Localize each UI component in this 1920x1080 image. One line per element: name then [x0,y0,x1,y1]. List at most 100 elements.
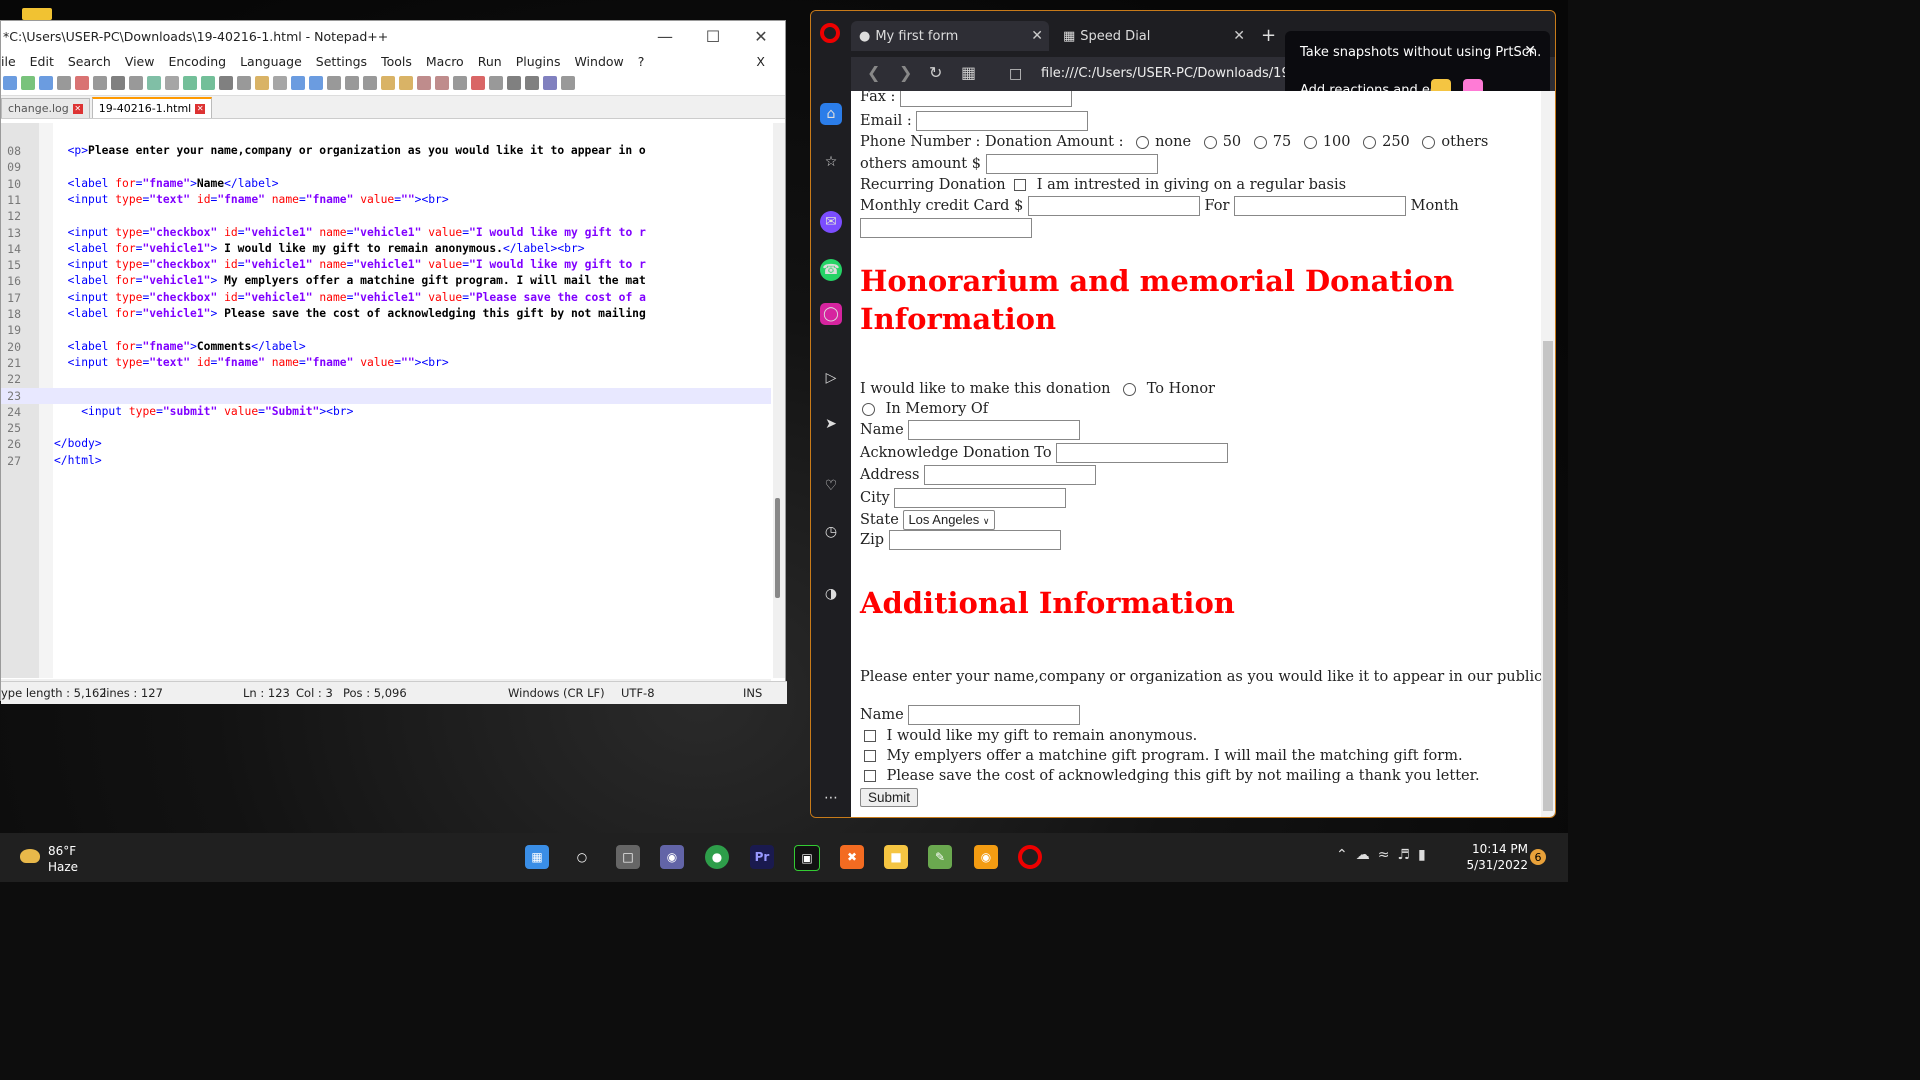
code-line[interactable]: 26 </body> [1,436,771,452]
menu-macro[interactable]: Macro [426,54,464,69]
code-line[interactable]: 14 <label for="vehicle1"> I would like m… [1,241,771,257]
teams-icon[interactable]: ◉ [660,845,684,869]
email-input[interactable] [916,111,1089,131]
url-field[interactable]: file:///C:/Users/USER-PC/Downloads/19- [1041,66,1294,81]
code-line[interactable]: 11 <input type="text" id="fname" name="f… [1,192,771,208]
toolbar-button[interactable] [165,76,179,90]
code-line[interactable]: 19 [1,322,771,338]
toolbar-button[interactable] [237,76,251,90]
code-line[interactable]: 27 </html> [1,453,771,469]
back-icon[interactable]: ❮ [867,63,880,82]
menu-plugins[interactable]: Plugins [516,54,561,69]
toolbar-button[interactable] [201,76,215,90]
radio-250[interactable] [1363,135,1377,149]
monthly-input[interactable] [1027,196,1200,216]
code-editor[interactable]: 08 <p>Please enter your name,company or … [1,123,771,678]
code-line[interactable]: 16 <label for="vehicle1"> My emplyers of… [1,273,771,289]
code-line[interactable]: 24 <input type="submit" value="Submit"><… [1,404,771,420]
app-icon[interactable]: ◉ [974,845,998,869]
zip-input[interactable] [888,530,1061,550]
recurring-checkbox[interactable] [1014,179,1027,191]
toolbar-button[interactable] [435,76,449,90]
opera-logo-icon[interactable] [820,23,840,43]
tab-speed-dial[interactable]: ▦ Speed Dial ✕ [1055,21,1251,51]
radio-75[interactable] [1253,135,1267,149]
address-input[interactable] [924,465,1097,485]
toolbar-button[interactable] [471,76,485,90]
radio-none[interactable] [1136,135,1150,149]
toolbar-button[interactable] [129,76,143,90]
state-select[interactable]: Los Angeles ∨ [903,510,995,530]
radio-in-memory[interactable] [862,402,875,416]
more-icon[interactable]: ⋯ [820,787,842,809]
tab-close-icon[interactable]: ✕ [1233,28,1245,44]
toolbar-button[interactable] [111,76,125,90]
system-tray[interactable]: ⌃☁≈♬▮ [1336,847,1434,863]
code-line[interactable]: 17 <input type="checkbox" id="vehicle1" … [1,290,771,306]
history-icon[interactable]: ◷ [820,521,842,543]
clock[interactable]: 10:14 PM 5/31/2022 [1466,841,1528,873]
menu-edit[interactable]: Edit [30,54,54,69]
task-view-icon[interactable]: □ [616,845,640,869]
toolbar-button[interactable] [543,76,557,90]
toolbar-button[interactable] [219,76,233,90]
messenger-icon[interactable]: ✉ [820,211,842,233]
opera-taskbar-icon[interactable] [1018,845,1042,869]
menu-file[interactable]: ile [1,54,16,69]
scrollbar-thumb[interactable] [1543,341,1553,811]
code-line[interactable]: 08 <p>Please enter your name,company or … [1,143,771,159]
toolbar-button[interactable] [381,76,395,90]
tab-close-icon[interactable]: ✕ [195,103,206,114]
honor-name-input[interactable] [908,420,1081,440]
code-line[interactable]: 15 <input type="checkbox" id="vehicle1" … [1,257,771,273]
toolbar-button[interactable] [147,76,161,90]
code-line[interactable]: 23 [1,387,771,404]
others-amount-input[interactable] [985,154,1158,174]
menu-settings[interactable]: Settings [316,54,367,69]
tab-close-icon[interactable]: ✕ [72,103,83,114]
send-icon[interactable]: ➤ [820,413,842,435]
menu-help[interactable]: ? [638,54,645,69]
toolbar-button[interactable] [453,76,467,90]
toolbar-button[interactable] [345,76,359,90]
app-icon[interactable]: ▣ [794,845,820,871]
toolbar-button[interactable] [327,76,341,90]
toolbar-button[interactable] [309,76,323,90]
month-input[interactable] [860,218,1032,238]
heart-icon[interactable]: ♡ [820,475,842,497]
code-line[interactable]: 20 <label for="fname">Comments</label> [1,339,771,355]
tab-close-icon[interactable]: ✕ [1031,28,1043,44]
tabs-grid-icon[interactable]: ▦ [961,63,976,82]
fax-input[interactable] [900,91,1073,107]
toolbar-button[interactable] [183,76,197,90]
code-line[interactable]: 10 <label for="fname">Name</label> [1,176,771,192]
code-line[interactable]: 18 <label for="vehicle1"> Please save th… [1,306,771,322]
ack-input[interactable] [1056,443,1229,463]
file-explorer-icon[interactable]: ■ [884,845,908,869]
close-icon[interactable]: ✕ [737,21,785,51]
code-line[interactable]: 09 [1,159,771,175]
code-line[interactable]: 22 [1,371,771,387]
premiere-icon[interactable]: Pr [750,845,774,869]
scrollbar-thumb[interactable] [775,498,780,598]
whatsapp-icon[interactable]: ☎ [820,259,842,281]
toolbar-button[interactable] [399,76,413,90]
radio-50[interactable] [1203,135,1217,149]
menu-search[interactable]: Search [68,54,111,69]
menu-encoding[interactable]: Encoding [168,54,226,69]
tab-my-first-form[interactable]: ● My first form ✕ [851,21,1049,51]
toolbar-button[interactable] [561,76,575,90]
tab-html-file[interactable]: 19-40216-1.html ✕ [91,97,213,118]
city-input[interactable] [894,488,1067,508]
toolbar-button[interactable] [525,76,539,90]
xampp-icon[interactable]: ✖ [840,845,864,869]
minimize-icon[interactable]: — [641,21,689,51]
tab-change-log[interactable]: change.log ✕ [1,98,90,118]
name2-input[interactable] [908,705,1081,725]
menu-tools[interactable]: Tools [381,54,412,69]
search-icon[interactable]: ○ [570,845,594,869]
lightbulb-icon[interactable]: ◑ [820,583,842,605]
radio-to-honor[interactable] [1123,382,1137,396]
menu-language[interactable]: Language [240,54,302,69]
folder-icon[interactable] [22,8,52,20]
